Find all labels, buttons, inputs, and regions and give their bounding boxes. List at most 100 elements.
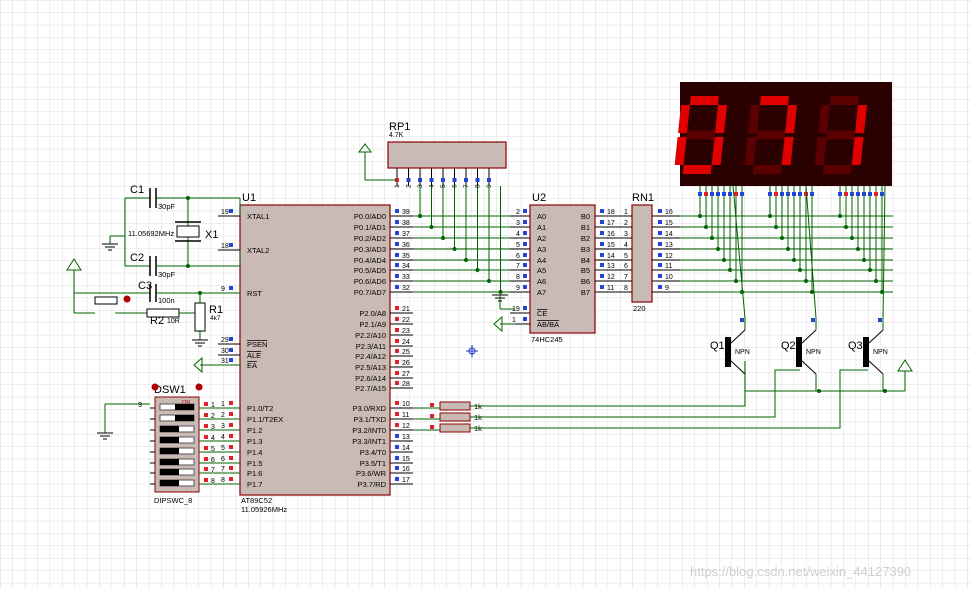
u2-a-pin-name: A7 <box>537 288 546 297</box>
rn1-right-pin-state <box>658 220 662 224</box>
r1-value-label: 4k7 <box>210 315 221 322</box>
bus-junction <box>452 247 457 251</box>
u1-pin-state <box>229 456 233 460</box>
segment-d <box>682 165 712 174</box>
u2-b-pin-name: B5 <box>581 266 590 275</box>
u2-b-pin-name: B4 <box>581 256 590 265</box>
c2-ref-label: C2 <box>130 252 144 264</box>
segment-junction <box>698 214 702 218</box>
segment-junction <box>780 236 784 240</box>
digit-pin-state <box>798 192 802 196</box>
dipsw-pin-state <box>204 467 208 471</box>
digit-pin-state <box>792 192 796 196</box>
u1-pin-number: 4 <box>221 434 225 441</box>
segment-junction <box>804 279 808 283</box>
u1-pin-number: 27 <box>402 371 410 378</box>
segment-junction <box>710 236 714 240</box>
transistor-pin-state <box>878 318 882 322</box>
u1-ref-label: U1 <box>242 192 256 204</box>
segment-junction <box>722 258 726 262</box>
u2-a-pin-name: A1 <box>537 223 546 232</box>
segment-junction <box>862 258 866 262</box>
u2-a-pin-number: 4 <box>516 231 520 238</box>
u1-microcontroller[interactable]: U1 AT89C52 11.05926MHz 19 XTAL118 XTAL29 RS… <box>218 192 413 514</box>
u2-a-pin-number: 8 <box>516 274 520 281</box>
u1-pin-number: 14 <box>402 445 410 452</box>
u2-a-pin-state <box>523 209 527 213</box>
digit-pin-state <box>844 192 848 196</box>
rn1-right-pin-state <box>658 231 662 235</box>
u1-pin-state <box>229 445 233 449</box>
rn1-ref-label: RN1 <box>632 192 654 204</box>
u1-pin-state <box>229 348 233 352</box>
series-resistor-body <box>439 401 471 411</box>
rp1-pin-state <box>441 178 445 182</box>
u1-pin-name: P2.6/A14 <box>355 374 386 383</box>
segment-junction <box>844 225 848 229</box>
u2-b-pin-name: B3 <box>581 245 590 254</box>
dipsw-pin-number: 5 <box>211 446 215 453</box>
rn1-right-pin-state <box>658 274 662 278</box>
segment-g <box>826 130 856 140</box>
u1-pin-number: 2 <box>221 412 225 419</box>
u1-pin-number: 35 <box>402 253 410 260</box>
rn1-right-pin-state <box>658 263 662 267</box>
u2-b-pin-state <box>600 274 604 278</box>
dipsw-pin-state <box>204 402 208 406</box>
digit-pin-state <box>838 192 842 196</box>
u1-pin-name: P0.5/AD5 <box>354 266 386 275</box>
u1-pin-state <box>395 349 399 353</box>
u1-pin-name: P2.4/A12 <box>355 352 386 361</box>
dipsw-pin-state <box>204 478 208 482</box>
u1-pin-number: 6 <box>221 456 225 463</box>
u2-a-pin-name: A5 <box>537 266 546 275</box>
u1-pin-number: 24 <box>402 339 410 346</box>
transistor-base-bar <box>725 337 731 367</box>
u2-b-pin-state <box>600 231 604 235</box>
rp1-pin-state <box>406 178 411 182</box>
segment-g <box>756 130 786 140</box>
u2-ref-label: U2 <box>532 192 546 204</box>
schematic-canvas[interactable]: U1 AT89C52 11.05926MHz 19 XTAL1 18 XTAL2 9 RS… <box>0 0 971 588</box>
rn1-right-pin-state <box>658 285 662 289</box>
u1-pin-name: P0.1/AD1 <box>354 223 386 232</box>
u1-pin-state <box>229 423 233 427</box>
rn1-right-pin-state <box>658 209 662 213</box>
u1-pin-name: P2.1/A9 <box>359 320 386 329</box>
segment-junction <box>838 214 842 218</box>
u1-pin-number: 1 <box>221 401 225 408</box>
transistor-pin-state <box>811 318 815 322</box>
u1-pin-number: 32 <box>402 285 410 292</box>
u1-pin-number: 30 <box>221 348 229 355</box>
dipsw-lever <box>160 459 179 465</box>
u1-pin-state <box>229 209 233 213</box>
rn1-left-pin-number: 6 <box>624 263 628 270</box>
u2-b-pin-name: B1 <box>581 223 590 232</box>
u1-pin-name: PSEN <box>247 340 267 349</box>
series-resistor-body <box>439 423 471 433</box>
u2-ctrl-pin-number: 1 <box>512 317 516 324</box>
u1-pin-number: 25 <box>402 349 410 356</box>
segment-junction <box>768 214 772 218</box>
u1-pin-name: P2.2/A10 <box>355 331 386 340</box>
u1-pin-state <box>395 274 399 278</box>
rn1-right-pin-number: 11 <box>665 263 672 270</box>
u1-pin-name: P0.2/AD2 <box>354 234 386 243</box>
bus-junction <box>475 268 480 272</box>
segment-junction <box>774 225 778 229</box>
u2-b-pin-number: 17 <box>607 220 615 227</box>
rp1-value-label: 4.7K <box>389 132 404 139</box>
segment-junction <box>850 236 854 240</box>
u1-pin-number: 39 <box>402 209 410 216</box>
digit-pin-state <box>774 192 778 196</box>
rp1-pin-state <box>487 178 491 182</box>
u1-pin-state <box>229 286 233 290</box>
rn1-right-pin-number: 10 <box>665 274 673 281</box>
u2-b-pin-state <box>600 263 604 267</box>
rn1-left-pin-number: 8 <box>624 285 628 292</box>
bus-junction <box>498 290 503 294</box>
u2-b-pin-number: 11 <box>607 285 614 292</box>
u1-pin-state <box>395 423 399 427</box>
dipsw-pin-state <box>204 457 208 461</box>
u2-a-pin-state <box>523 285 527 289</box>
